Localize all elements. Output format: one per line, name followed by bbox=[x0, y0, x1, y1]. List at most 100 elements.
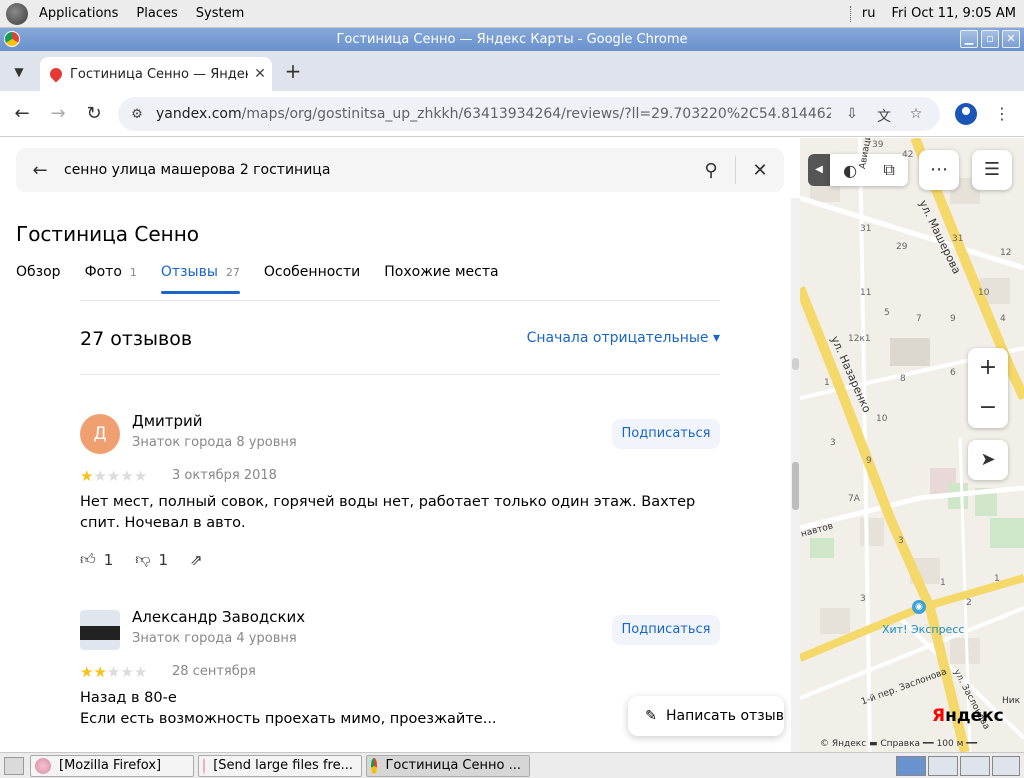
star-filled-icon: ★ bbox=[93, 663, 107, 681]
tab-photo[interactable]: Фото 1 bbox=[85, 264, 137, 294]
star-empty-icon: ★ bbox=[93, 467, 107, 485]
keyboard-layout-indicator[interactable]: ru bbox=[854, 6, 884, 21]
menu-places[interactable]: Places bbox=[127, 6, 186, 21]
menu-applications[interactable]: Applications bbox=[30, 6, 127, 21]
window-title-bar: Гостиница Сенно — Яндекс Карты - Google … bbox=[0, 28, 1024, 51]
street-label: Ник bbox=[1002, 696, 1021, 706]
zoom-out-minus-icon[interactable]: − bbox=[968, 388, 1008, 428]
map-collapse-panel-button[interactable]: ◀ bbox=[808, 154, 830, 186]
tab-strip: ▼ Гостиница Сенно — Яндекс ✕ + bbox=[0, 51, 1024, 91]
search-back-arrow-icon[interactable]: ← bbox=[16, 160, 64, 181]
zoom-in-plus-icon[interactable]: + bbox=[968, 348, 1008, 388]
my-location-arrow-icon[interactable]: ➤ bbox=[968, 440, 1008, 480]
tab-search-dropdown-icon[interactable]: ▼ bbox=[8, 61, 30, 83]
menu-system[interactable]: System bbox=[187, 6, 253, 21]
map-zoom-controls: + − bbox=[968, 348, 1008, 428]
address-bar-url[interactable]: yandex.com/maps/org/gostinitsa_up_zhkkh/… bbox=[156, 106, 831, 122]
map-view[interactable]: ◀ ◐ ⧉ ⋯ ☰ + − ➤ ул. Машерова ул. Назарен… bbox=[800, 138, 1024, 752]
house-number: 8 bbox=[900, 374, 906, 384]
system-top-panel: Applications Places System ru Fri Oct 11… bbox=[0, 0, 1024, 28]
reviewer-level: Знаток города 4 уровня bbox=[132, 631, 297, 646]
site-info-tune-icon[interactable]: ⚙ bbox=[128, 107, 146, 122]
thumbs-up-icon[interactable]: 👍︎ bbox=[80, 550, 96, 569]
map-pin-favicon-icon bbox=[47, 65, 65, 83]
workspace-4[interactable] bbox=[992, 756, 1020, 776]
map-3d-toggle-icon[interactable]: ◐ bbox=[843, 161, 857, 180]
search-box[interactable]: ← сенно улица машерова 2 гостиница ⚲ ✕ bbox=[16, 148, 784, 192]
map-layers-icon[interactable]: ⧉ bbox=[883, 160, 894, 180]
reviewer-name[interactable]: Александр Заводских bbox=[132, 608, 305, 626]
house-number: 10 bbox=[978, 288, 990, 298]
house-number: 9 bbox=[866, 456, 872, 466]
workspace-1[interactable] bbox=[896, 756, 926, 776]
taskbar-task-firefox[interactable]: [Mozilla Firefox] bbox=[30, 754, 194, 777]
house-number: 31 bbox=[952, 234, 964, 244]
chrome-icon bbox=[4, 31, 20, 47]
tab-overview[interactable]: Обзор bbox=[16, 264, 61, 294]
write-review-button[interactable]: ✎ Написать отзыв bbox=[628, 696, 784, 736]
profile-avatar-icon[interactable] bbox=[955, 103, 977, 125]
house-number: 9 bbox=[950, 314, 956, 324]
organization-side-panel: ← сенно улица машерова 2 гостиница ⚲ ✕ Г… bbox=[0, 138, 800, 752]
review-text-line: Назад в 80-е bbox=[80, 690, 177, 706]
organization-tabs: Обзор Фото 1 Отзывы 27 Особенности Похожие… bbox=[16, 264, 523, 294]
yandex-map-logo: Яндекс bbox=[932, 706, 1004, 726]
install-app-icon[interactable]: ⇩ bbox=[842, 106, 862, 124]
tab-reviews[interactable]: Отзывы 27 bbox=[160, 264, 240, 294]
map-more-menu-icon[interactable]: ⋯ bbox=[919, 150, 959, 190]
reviewer-avatar[interactable]: Д bbox=[80, 414, 120, 454]
shop-poi-icon[interactable]: ◉ bbox=[912, 600, 926, 614]
review-date: 28 сентября bbox=[172, 664, 256, 679]
gnome-foot-icon[interactable] bbox=[6, 2, 28, 25]
house-number: 12к1 bbox=[848, 334, 871, 344]
panel-scrollbar[interactable] bbox=[791, 198, 800, 752]
map-copyright-scale[interactable]: © Яндекс ▬ Справка ━━ 100 м ━━ bbox=[820, 739, 977, 749]
minimize-window-button[interactable]: ▁ bbox=[960, 30, 978, 48]
clock[interactable]: Fri Oct 11, 9:05 AM bbox=[884, 6, 1024, 21]
review-date: 3 октября 2018 bbox=[172, 468, 277, 483]
likes-count: 1 bbox=[103, 550, 114, 569]
close-window-button[interactable]: ✕ bbox=[1002, 30, 1020, 48]
house-number: 1 bbox=[824, 378, 830, 388]
tab-similar-places[interactable]: Похожие места bbox=[384, 264, 498, 294]
tab-features[interactable]: Особенности bbox=[264, 264, 360, 294]
search-input[interactable]: сенно улица машерова 2 гостиница bbox=[64, 162, 687, 178]
back-arrow-icon[interactable]: ← bbox=[10, 102, 34, 126]
search-magnifier-icon[interactable]: ⚲ bbox=[687, 160, 735, 181]
chrome-menu-kebab-icon[interactable]: ⋮ bbox=[990, 102, 1014, 126]
search-clear-icon[interactable]: ✕ bbox=[736, 160, 784, 181]
share-icon[interactable]: ⇗ bbox=[190, 551, 203, 569]
review-text: Назад в 80-е Если есть возможность проех… bbox=[80, 688, 720, 730]
house-number: 2 bbox=[966, 598, 972, 608]
reviewer-level: Знаток города 8 уровня bbox=[132, 435, 297, 450]
reload-icon[interactable]: ↻ bbox=[82, 102, 106, 126]
taskbar-task-send-files[interactable]: [Send large files fre... bbox=[198, 754, 362, 777]
star-empty-icon: ★ bbox=[120, 663, 134, 681]
browser-tab-active[interactable]: Гостиница Сенно — Яндекс ✕ bbox=[40, 57, 272, 91]
subscribe-button[interactable]: Подписаться bbox=[612, 419, 720, 449]
thumbs-down-icon[interactable]: 👎︎ bbox=[135, 550, 150, 569]
show-desktop-icon[interactable] bbox=[4, 756, 24, 775]
tab-close-icon[interactable]: ✕ bbox=[248, 66, 272, 82]
reviewer-avatar[interactable] bbox=[80, 610, 120, 650]
reviewer-name[interactable]: Дмитрий bbox=[132, 412, 203, 430]
reviews-head-divider bbox=[80, 374, 720, 375]
taskbar-task-chrome[interactable]: Гостиница Сенно ... bbox=[366, 754, 530, 777]
star-empty-icon: ★ bbox=[106, 663, 121, 681]
workspace-3[interactable] bbox=[960, 756, 990, 776]
poi-label[interactable]: Хит! Экспресс bbox=[882, 623, 964, 636]
workspace-2[interactable] bbox=[928, 756, 958, 776]
reviews-sort-dropdown[interactable]: Сначала отрицательные ▾ bbox=[527, 330, 720, 346]
translate-icon[interactable]: 文 bbox=[874, 106, 894, 125]
maximize-window-button[interactable]: ▫ bbox=[981, 30, 999, 48]
address-bar[interactable]: ⚙ yandex.com/maps/org/gostinitsa_up_zhkk… bbox=[118, 97, 940, 131]
subscribe-button[interactable]: Подписаться bbox=[612, 615, 720, 645]
scrollbar-thumb[interactable] bbox=[792, 462, 799, 510]
star-empty-icon: ★ bbox=[106, 467, 121, 485]
bookmark-star-icon[interactable]: ☆ bbox=[906, 106, 926, 124]
map-hamburger-menu-icon[interactable]: ☰ bbox=[972, 150, 1012, 190]
forward-arrow-icon[interactable]: → bbox=[46, 102, 70, 126]
scrollbar-marker bbox=[792, 358, 799, 370]
new-tab-plus-icon[interactable]: + bbox=[282, 61, 304, 83]
system-taskbar: [Mozilla Firefox] [Send large files fre.… bbox=[0, 752, 1024, 778]
